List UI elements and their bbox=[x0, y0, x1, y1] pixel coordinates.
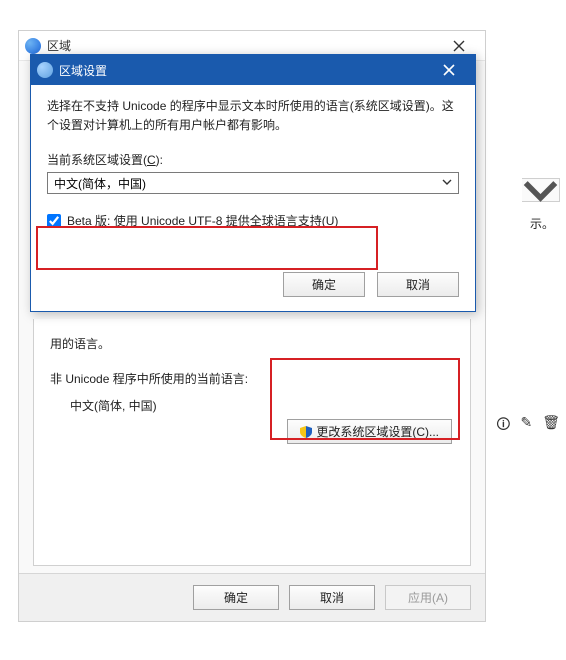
dialog-close-button[interactable] bbox=[429, 55, 469, 85]
parent-close-button[interactable] bbox=[439, 36, 479, 56]
shield-icon bbox=[300, 426, 312, 438]
side-text-fragment: 示。 bbox=[530, 215, 554, 232]
globe-icon bbox=[25, 38, 41, 54]
current-language-value: 中文(简体, 中国) bbox=[70, 397, 454, 414]
parent-title: 区域 bbox=[47, 37, 439, 54]
info-icon: 🛈 bbox=[496, 414, 510, 438]
region-settings-dialog: 区域设置 选择在不支持 Unicode 的程序中显示文本时所使用的语言(系统区域… bbox=[30, 54, 476, 312]
dropdown-right-partial[interactable] bbox=[522, 178, 560, 202]
change-system-locale-button[interactable]: 更改系统区域设置(C)... bbox=[287, 419, 452, 444]
globe-icon bbox=[37, 62, 53, 78]
side-icons-partial: 🛈 ✎ 🗑 bbox=[496, 414, 560, 438]
close-icon bbox=[453, 40, 465, 52]
utf8-beta-label: Beta 版: 使用 Unicode UTF-8 提供全球语言支持(U) bbox=[67, 212, 338, 229]
dialog-body: 选择在不支持 Unicode 的程序中显示文本时所使用的语言(系统区域设置)。这… bbox=[31, 85, 475, 262]
dialog-titlebar: 区域设置 bbox=[31, 55, 475, 85]
parent-ok-button[interactable]: 确定 bbox=[193, 585, 279, 610]
dialog-footer: 确定 取消 bbox=[31, 262, 475, 311]
parent-apply-button: 应用(A) bbox=[385, 585, 471, 610]
section-fragment: 用的语言。 bbox=[50, 335, 454, 352]
utf8-beta-checkbox-row[interactable]: Beta 版: 使用 Unicode UTF-8 提供全球语言支持(U) bbox=[47, 212, 459, 229]
admin-tab-panel: 用的语言。 非 Unicode 程序中所使用的当前语言: 中文(简体, 中国) … bbox=[33, 319, 471, 566]
utf8-beta-checkbox[interactable] bbox=[47, 214, 61, 228]
delete-icon: 🗑 bbox=[542, 414, 560, 438]
dialog-description: 选择在不支持 Unicode 的程序中显示文本时所使用的语言(系统区域设置)。这… bbox=[47, 97, 459, 135]
chevron-down-icon bbox=[522, 172, 559, 209]
parent-cancel-button[interactable]: 取消 bbox=[289, 585, 375, 610]
parent-footer: 确定 取消 应用(A) bbox=[19, 573, 485, 621]
locale-combobox[interactable]: 中文(简体，中国) bbox=[47, 172, 459, 194]
edit-icon: ✎ bbox=[520, 414, 532, 438]
change-locale-label: 更改系统区域设置(C)... bbox=[316, 423, 439, 440]
dialog-cancel-button[interactable]: 取消 bbox=[377, 272, 459, 297]
non-unicode-label: 非 Unicode 程序中所使用的当前语言: bbox=[50, 370, 454, 387]
locale-combobox-value: 中文(简体，中国) bbox=[54, 175, 146, 192]
locale-combo-label: 当前系统区域设置(C): bbox=[47, 151, 459, 168]
close-icon bbox=[443, 64, 455, 76]
chevron-down-icon bbox=[442, 176, 452, 190]
dialog-ok-button[interactable]: 确定 bbox=[283, 272, 365, 297]
dialog-title: 区域设置 bbox=[59, 62, 429, 79]
